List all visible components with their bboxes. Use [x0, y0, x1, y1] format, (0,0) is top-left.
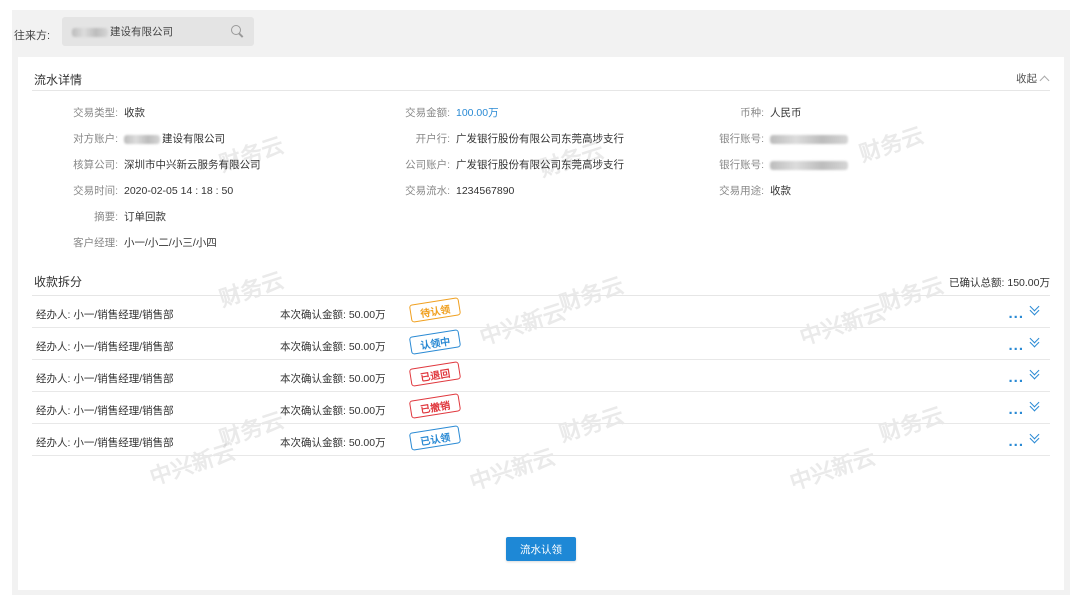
claim-transaction-button[interactable]: 流水认领 — [506, 537, 576, 561]
more-actions-icon[interactable]: ... — [1008, 434, 1024, 449]
field-account-manager: 客户经理: 小一/小二/小三/小四 — [73, 237, 217, 249]
more-actions-icon[interactable]: ... — [1008, 306, 1024, 321]
watermark: 财务云 — [856, 123, 928, 168]
transaction-detail-panel: 财务云 财务云 财务云 财务云 财务云 财务云 中兴新云 中兴新云 财务云 财务… — [18, 57, 1064, 590]
row-confirm-amount: 本次确认金额: 50.00万 — [280, 309, 386, 321]
more-actions-icon[interactable]: ... — [1008, 402, 1024, 417]
split-section-title: 收款拆分 — [34, 275, 83, 289]
field-transaction-time: 交易时间: 2020-02-05 14 : 18 : 50 — [73, 185, 234, 197]
more-actions-icon[interactable]: ... — [1008, 370, 1024, 385]
counterparty-search-value: 建设有限公司 — [72, 24, 231, 39]
split-row: 经办人: 小一/销售经理/销售部 本次确认金额: 50.00万 已认领 ... — [32, 424, 1050, 456]
row-handler: 经办人: 小一/销售经理/销售部 — [36, 373, 174, 385]
counterparty-filter-label: 往来方: — [14, 30, 51, 42]
field-summary: 摘要: 订单回款 — [94, 211, 166, 223]
row-confirm-amount: 本次确认金额: 50.00万 — [280, 405, 386, 417]
status-stamp: 认领中 — [408, 329, 462, 355]
double-chevron-down-icon[interactable] — [1028, 336, 1040, 348]
row-handler: 经办人: 小一/销售经理/销售部 — [36, 309, 174, 321]
chevron-up-icon — [1039, 75, 1050, 85]
field-transaction-amount: 交易金额: 100.00万 — [405, 107, 499, 119]
row-handler: 经办人: 小一/销售经理/销售部 — [36, 437, 174, 449]
field-transaction-purpose: 交易用途: 收款 — [719, 185, 791, 197]
row-confirm-amount: 本次确认金额: 50.00万 — [280, 373, 386, 385]
detail-section-title: 流水详情 — [34, 73, 83, 87]
redacted-text — [72, 27, 108, 37]
collapse-toggle[interactable]: 收起 — [1016, 71, 1050, 86]
counterparty-search-input[interactable]: 建设有限公司 — [62, 17, 254, 46]
split-row: 经办人: 小一/销售经理/销售部 本次确认金额: 50.00万 已撤销 ... — [32, 392, 1050, 424]
split-row: 经办人: 小一/销售经理/销售部 本次确认金额: 50.00万 已退回 ... — [32, 360, 1050, 392]
redacted-text — [124, 134, 160, 144]
field-transaction-type: 交易类型: 收款 — [73, 107, 145, 119]
row-handler: 经办人: 小一/销售经理/销售部 — [36, 341, 174, 353]
status-stamp: 已认领 — [408, 425, 462, 451]
row-confirm-amount: 本次确认金额: 50.00万 — [280, 341, 386, 353]
more-actions-icon[interactable]: ... — [1008, 338, 1024, 353]
field-company-account: 公司账户: 广发银行股份有限公司东莞高埗支行 — [405, 159, 624, 171]
divider — [32, 90, 1050, 91]
row-handler: 经办人: 小一/销售经理/销售部 — [36, 405, 174, 417]
row-confirm-amount: 本次确认金额: 50.00万 — [280, 437, 386, 449]
search-icon[interactable] — [231, 25, 244, 38]
status-stamp: 待认领 — [408, 297, 462, 323]
field-accounting-company: 核算公司: 深圳市中兴新云服务有限公司 — [73, 159, 261, 171]
double-chevron-down-icon[interactable] — [1028, 400, 1040, 412]
status-stamp: 已撤销 — [408, 393, 462, 419]
collapse-label: 收起 — [1016, 73, 1037, 85]
field-counterparty-account: 对方账户: 建设有限公司 — [73, 133, 225, 145]
double-chevron-down-icon[interactable] — [1028, 304, 1040, 316]
status-stamp: 已退回 — [408, 361, 462, 387]
split-row: 经办人: 小一/销售经理/销售部 本次确认金额: 50.00万 认领中 ... — [32, 328, 1050, 360]
field-bank-account-1: 银行账号: — [698, 131, 850, 146]
field-transaction-serial: 交易流水: 1234567890 — [405, 185, 515, 197]
field-opening-bank: 开户行: 广发银行股份有限公司东莞高埗支行 — [415, 133, 624, 145]
redacted-account-number — [770, 160, 848, 170]
field-bank-account-2: 银行账号: — [698, 157, 850, 172]
confirmed-total: 已确认总额: 150.00万 — [949, 277, 1050, 289]
field-currency: 币种: 人民币 — [740, 107, 802, 119]
redacted-account-number — [770, 134, 848, 144]
split-row: 经办人: 小一/销售经理/销售部 本次确认金额: 50.00万 待认领 ... — [32, 296, 1050, 328]
double-chevron-down-icon[interactable] — [1028, 368, 1040, 380]
double-chevron-down-icon[interactable] — [1028, 432, 1040, 444]
